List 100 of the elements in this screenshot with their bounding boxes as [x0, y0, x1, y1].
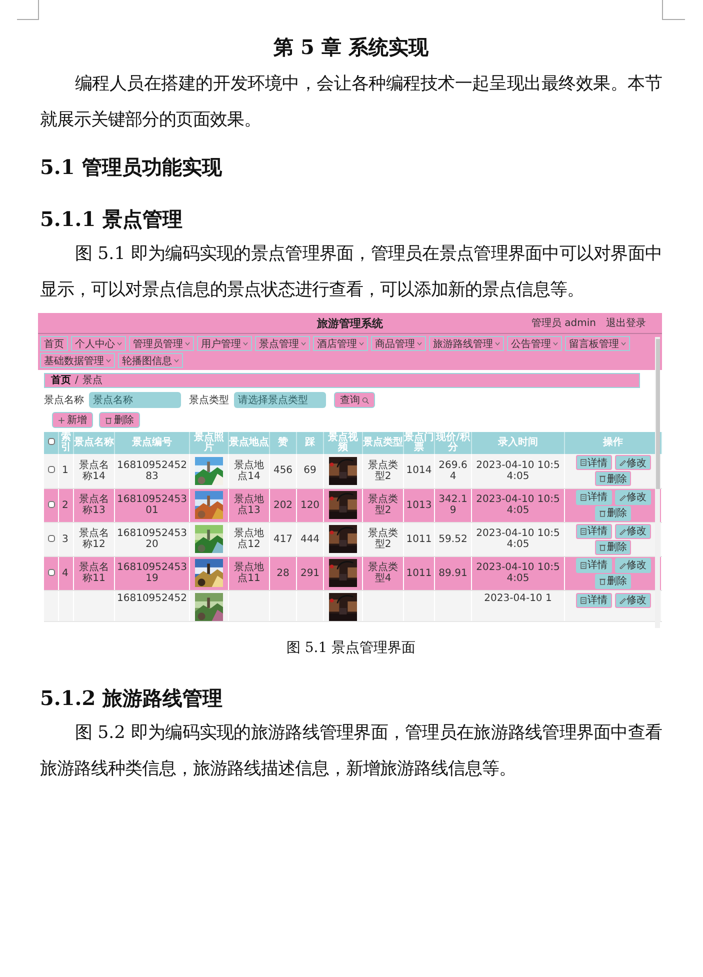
nav-menu-item[interactable]: 景点管理 — [255, 336, 310, 351]
detail-button[interactable]: 详情 — [576, 455, 612, 470]
table-cell: 1681095245320 — [117, 528, 187, 550]
detail-button[interactable]: 详情 — [576, 592, 612, 608]
trash-icon — [105, 416, 112, 424]
user-label: 管理员 admin — [531, 317, 596, 330]
table-cell: 2 — [62, 500, 68, 510]
paragraph: 编程人员在搭建的开发环境中，会让各种编程技术一起呈现出最终效果。本节就展示关键部分的页面效果。 — [40, 73, 662, 132]
search-icon — [362, 396, 369, 404]
breadcrumb-link[interactable]: 景点 — [82, 374, 102, 386]
trash-icon — [599, 475, 606, 482]
edit-button[interactable]: 修改 — [614, 592, 650, 608]
table-cell: 2023-04-10 1 — [484, 592, 552, 604]
table-cell: 1013 — [406, 500, 432, 510]
nav-menu-item[interactable]: 基础数据管理 — [40, 353, 115, 368]
table-cell: 2023-04-10 10:54:05 — [476, 562, 560, 584]
table-cell: 景点类型2 — [368, 460, 398, 482]
table-cell: 28 — [276, 568, 290, 578]
edit-button[interactable]: 修改 — [614, 490, 650, 504]
nav-menu-item[interactable]: 个人中心 — [71, 336, 126, 351]
delete-button[interactable]: 删除 — [595, 540, 631, 554]
table-cell: 269.64 — [438, 460, 468, 482]
delete-button[interactable]: 删除 — [595, 574, 631, 588]
paragraph: 图 5.2 即为编码实现的旅游路线管理界面，管理员在旅游路线管理界面中查看旅游路线种类信息，旅游路线描述信息，新增旅游路线信息等。 — [40, 722, 662, 781]
corner-mark — [662, 0, 685, 20]
chapter-title: 第 5 章 系统实现 — [272, 34, 430, 61]
document-icon — [580, 528, 586, 534]
pencil-icon — [618, 528, 626, 534]
table-cell: 景点类型4 — [368, 562, 398, 584]
pencil-icon — [618, 562, 626, 568]
row-checkbox[interactable] — [48, 534, 54, 542]
nav-menu-item[interactable]: 轮播图信息 — [118, 353, 183, 368]
column-header: 景点名称 — [74, 436, 114, 448]
nav-menu-item[interactable]: 商品管理 — [371, 336, 426, 351]
table-cell: 16810952452 — [117, 592, 187, 604]
logout-link[interactable]: 退出登录 — [606, 317, 646, 330]
column-header: 景点门票 — [404, 432, 434, 453]
column-header: 赞 — [278, 436, 288, 448]
detail-button[interactable]: 详情 — [576, 558, 612, 572]
table-cell: 1681095245319 — [117, 562, 187, 584]
nav-menu-item[interactable]: 酒店管理 — [313, 336, 368, 351]
scrollbar-thumb[interactable] — [656, 339, 660, 489]
field-label: 景点名称 — [44, 394, 84, 407]
delete-button[interactable]: 删除 — [595, 506, 631, 520]
table-cell: 景点名称14 — [79, 460, 109, 482]
column-header: 景点视频 — [328, 432, 358, 453]
breadcrumb-link[interactable]: 首页 — [51, 374, 71, 386]
table-cell: 59.52 — [438, 534, 468, 544]
table-cell: 444 — [300, 534, 320, 544]
column-header: 踩 — [305, 436, 315, 448]
delete-button[interactable]: 删除 — [99, 412, 140, 428]
nav-menu-item[interactable]: 首页 — [40, 336, 68, 351]
select-all-checkbox[interactable] — [48, 438, 54, 445]
delete-button[interactable]: 删除 — [595, 471, 631, 486]
column-header: 景点编号 — [132, 436, 172, 448]
table-cell: 景点类型2 — [368, 494, 398, 516]
table-cell: 景点类型2 — [368, 528, 398, 550]
nav-menu-item[interactable]: 旅游路线管理 — [429, 336, 504, 351]
table-cell: 1681095245301 — [117, 494, 187, 516]
subsection-heading: 5.1.1 景点管理 — [40, 206, 184, 233]
table-cell: 景点名称12 — [79, 528, 109, 550]
table-cell: 69 — [304, 465, 316, 476]
app-title: 旅游管理系统 — [317, 316, 383, 330]
table-cell: 景点名称11 — [79, 562, 109, 584]
add-button[interactable]: 新增 — [52, 412, 93, 428]
document-icon — [580, 494, 586, 500]
table-cell: 2023-04-10 10:54:05 — [476, 494, 560, 516]
table-cell: 120 — [300, 500, 320, 510]
nav-menu-item[interactable]: 管理员管理 — [129, 336, 194, 351]
nav-menu-item[interactable]: 留言板管理 — [565, 336, 630, 351]
row-checkbox[interactable] — [48, 568, 54, 576]
column-header: 景点地点 — [229, 436, 269, 448]
trash-icon — [599, 578, 606, 584]
search-button[interactable]: 查询 — [334, 392, 375, 408]
table-cell: 1011 — [406, 534, 432, 544]
trash-icon — [599, 544, 606, 550]
detail-button[interactable]: 详情 — [576, 524, 612, 538]
table-cell: 2023-04-10 10:54:05 — [476, 460, 560, 482]
table-cell: 景点地点13 — [234, 494, 264, 516]
column-header: 录入时间 — [498, 436, 538, 448]
document-icon — [580, 459, 586, 466]
edit-button[interactable]: 修改 — [614, 455, 650, 470]
input-field[interactable]: 景点名称 — [89, 392, 181, 408]
table-cell: 3 — [62, 534, 68, 544]
column-header: 景点照片 — [194, 432, 224, 453]
section-heading: 5.1 管理员功能实现 — [40, 154, 223, 181]
input-field[interactable]: 请选择景点类型 — [234, 392, 326, 408]
table-cell: 89.91 — [438, 568, 468, 578]
pencil-icon — [618, 596, 626, 604]
column-header: 景点类型 — [363, 436, 403, 448]
row-checkbox[interactable] — [48, 466, 54, 474]
edit-button[interactable]: 修改 — [614, 524, 650, 538]
nav-menu-item[interactable]: 公告管理 — [507, 336, 562, 351]
table-cell: 2023-04-10 10:54:05 — [476, 528, 560, 550]
edit-button[interactable]: 修改 — [614, 558, 650, 572]
row-checkbox[interactable] — [48, 500, 54, 508]
table-cell: 1681095245283 — [117, 460, 187, 482]
breadcrumb-separator: / — [75, 374, 78, 386]
detail-button[interactable]: 详情 — [576, 490, 612, 504]
nav-menu-item[interactable]: 用户管理 — [197, 336, 252, 351]
